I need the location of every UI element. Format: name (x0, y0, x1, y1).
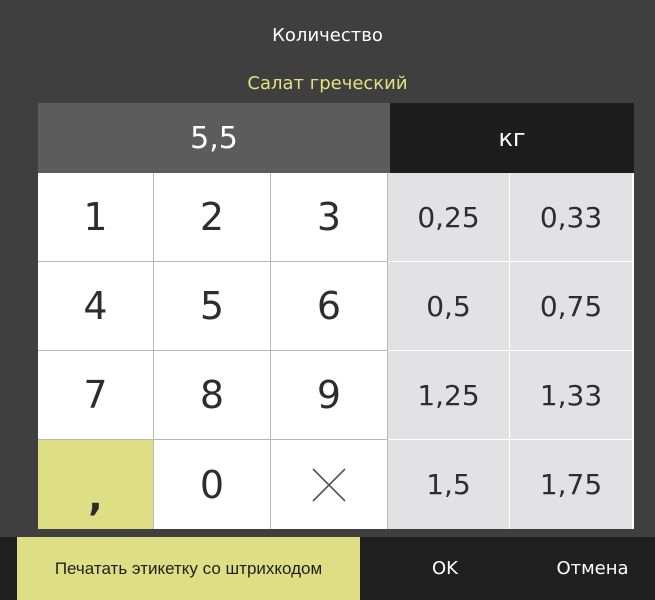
quick-value-button[interactable]: 1,75 (510, 440, 632, 529)
unit-label: кг (390, 103, 634, 173)
key-0[interactable]: 0 (154, 440, 271, 529)
action-bar: Печатать этикетку со штрихкодом OK Отмен… (0, 537, 655, 600)
print-barcode-label-button[interactable]: Печатать этикетку со штрихкодом (17, 537, 360, 600)
cancel-button[interactable]: Отмена (530, 537, 655, 600)
quick-value-button[interactable]: 0,25 (388, 173, 510, 262)
numeric-keypad: 1 2 3 0,25 0,33 4 5 6 0,5 0,75 7 8 9 1,2… (38, 173, 634, 529)
clear-x-icon (312, 467, 346, 502)
clear-button[interactable] (271, 440, 388, 529)
key-4[interactable]: 4 (38, 262, 154, 351)
quick-value-button[interactable]: 0,75 (510, 262, 632, 351)
quick-value-button[interactable]: 0,33 (510, 173, 632, 262)
ok-button[interactable]: OK (390, 537, 500, 600)
key-6[interactable]: 6 (271, 262, 388, 351)
product-name: Салат греческий (247, 73, 408, 94)
key-2[interactable]: 2 (154, 173, 271, 262)
key-8[interactable]: 8 (154, 351, 271, 440)
dialog-title: Количество (272, 25, 383, 46)
key-1[interactable]: 1 (38, 173, 154, 262)
key-3[interactable]: 3 (271, 173, 388, 262)
quick-value-button[interactable]: 1,25 (388, 351, 510, 440)
quantity-display: 5,5 (38, 103, 390, 173)
comma-key[interactable]: , (38, 440, 154, 529)
quick-value-button[interactable]: 1,33 (510, 351, 632, 440)
key-9[interactable]: 9 (271, 351, 388, 440)
quantity-dialog: Количество Салат греческий 5,5 кг 1 2 3 … (0, 0, 655, 600)
key-5[interactable]: 5 (154, 262, 271, 351)
quick-value-button[interactable]: 0,5 (388, 262, 510, 351)
quick-value-button[interactable]: 1,5 (388, 440, 510, 529)
key-7[interactable]: 7 (38, 351, 154, 440)
